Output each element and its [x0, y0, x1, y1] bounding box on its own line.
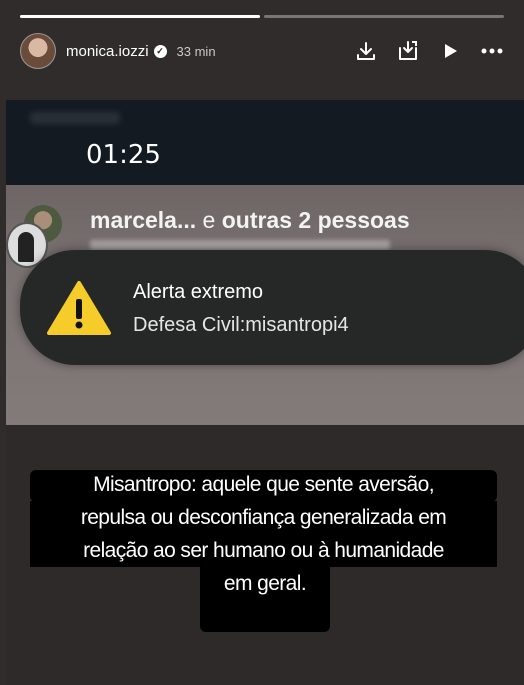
notification-others: outras 2 pessoas [221, 207, 410, 233]
play-icon[interactable] [438, 39, 462, 63]
notification-name: marcela... [90, 207, 197, 233]
notification-subtext-blurred [90, 240, 390, 250]
extreme-alert-banner [20, 250, 524, 365]
warning-icon [47, 281, 111, 335]
caption-line-1: Misantropo: aquele que sente aversão, [93, 473, 434, 496]
notification-text: marcela... e outras 2 pessoas [90, 207, 410, 234]
download-icon[interactable] [354, 39, 378, 63]
save-to-device-icon[interactable] [396, 39, 420, 63]
more-icon[interactable] [480, 39, 504, 63]
caption-line-2: repulsa ou desconfiança generalizada em [80, 506, 447, 529]
alert-title: Alerta extremo [133, 281, 264, 303]
notification-rest: e [202, 207, 222, 233]
verified-badge-icon: ✓ [153, 44, 167, 58]
progress-segment-1 [20, 15, 260, 18]
avatar[interactable] [20, 33, 56, 69]
caption-line-3: relação ao ser humano ou à humanidade [83, 539, 444, 562]
caption-line-4: em geral. [223, 572, 307, 595]
story-header: monica.iozzi ✓ 33 min [20, 32, 504, 70]
clock: 01:25 [86, 140, 161, 170]
alert-subtitle: Defesa Civil:misantropi4 [133, 314, 349, 336]
username[interactable]: monica.iozzi [66, 43, 149, 60]
story-progress [20, 15, 504, 18]
progress-segment-2 [264, 15, 504, 18]
blurred-date [30, 112, 120, 124]
post-time: 33 min [176, 43, 216, 59]
